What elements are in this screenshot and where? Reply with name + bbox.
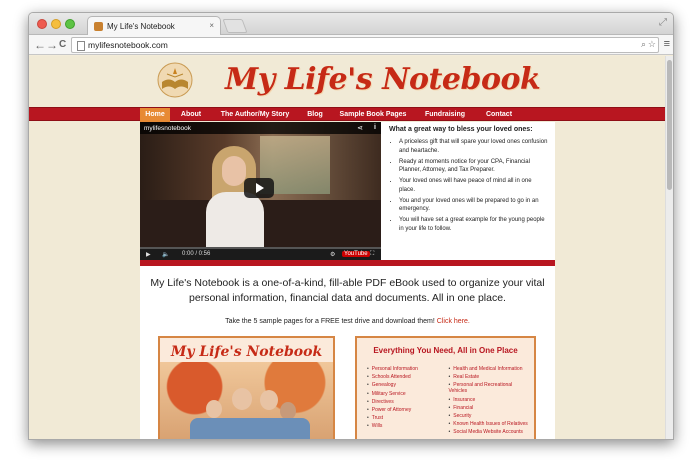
everything-item[interactable]: Financial (449, 405, 531, 411)
family-person-2 (260, 390, 278, 410)
everything-item[interactable]: Known Health Issues of Relatives (449, 421, 531, 427)
zoom-window-button[interactable] (65, 19, 75, 29)
everything-item[interactable]: Directives (367, 399, 449, 405)
everything-list-right: Health and Medical Information Real Estat… (449, 366, 531, 438)
page-scrollbar[interactable] (665, 56, 673, 439)
fullscreen-icon[interactable]: ⤢ (659, 17, 667, 28)
divider-bar (140, 260, 555, 266)
web-page: My Life's Notebook Home About The Author/M… (29, 56, 673, 439)
video-person-face (222, 156, 246, 186)
main-nav: Home About The Author/My Story Blog Sample B… (29, 107, 665, 122)
everything-item[interactable]: Trust (367, 415, 449, 421)
everything-item[interactable]: Social Media Website Accounts (449, 429, 531, 435)
video-controls: ▶ 🔈 0:00 / 0:56 ⚙ YouTube ⛶ (140, 247, 381, 260)
everything-item[interactable]: Security (449, 413, 531, 419)
nav-item-the-author-my-story[interactable]: The Author/My Story (212, 108, 298, 122)
forward-button[interactable]: → (46, 37, 58, 53)
nav-item-blog[interactable]: Blog (298, 108, 332, 122)
browser-toolbar: ← → C mylifesnotebook.com ⌕ ☆ ≡ (29, 35, 673, 55)
nav-items: Home About The Author/My Story Blog Sample B… (140, 108, 555, 122)
benefits-heading: What a great way to bless your loved one… (389, 126, 533, 133)
play-control-icon[interactable]: ▶ (146, 251, 151, 258)
intro-text: My Life's Notebook is a one-of-a-kind, f… (150, 277, 545, 304)
everything-item[interactable]: Military Service (367, 391, 449, 397)
address-bar[interactable]: mylifesnotebook.com ⌕ ☆ (71, 37, 659, 53)
everything-title: Everything You Need, All in One Place (373, 346, 518, 355)
video-person-body (206, 192, 264, 248)
video-title-bar: mylifesnotebook ⋖ i (140, 122, 381, 134)
settings-gear-icon[interactable]: ⚙ (330, 251, 335, 258)
browser-tab[interactable]: My Life's Notebook × (87, 16, 221, 35)
benefit-item: You and your loved ones will be prepared… (399, 197, 549, 214)
family-person-1 (232, 388, 252, 410)
benefit-item: Ready at moments notice for your CPA, Fi… (399, 158, 549, 175)
everything-item[interactable]: Health and Medical Information (449, 366, 531, 372)
nav-item-about[interactable]: About (170, 108, 212, 122)
browser-titlebar: My Life's Notebook × ⤢ (29, 13, 673, 35)
everything-item[interactable]: Schools Attended (367, 374, 449, 380)
family-group-clothes (190, 418, 310, 439)
url-text: mylifesnotebook.com (88, 40, 168, 50)
nav-item-sample-book-pages[interactable]: Sample Book Pages (332, 108, 414, 122)
browser-menu-icon[interactable]: ≡ (664, 38, 670, 50)
benefit-item: You will have set a great example for th… (399, 216, 549, 233)
tab-close-icon[interactable]: × (209, 21, 214, 30)
benefits-box: What a great way to bless your loved one… (383, 122, 555, 260)
everything-item[interactable]: Personal Information (367, 366, 449, 372)
play-button[interactable] (244, 178, 274, 198)
everything-item[interactable]: Real Estate (449, 374, 531, 380)
youtube-logo[interactable]: YouTube (342, 251, 370, 257)
nav-item-contact[interactable]: Contact (476, 108, 522, 122)
everything-list-left: Personal Information Schools Attended Gene… (367, 366, 449, 438)
volume-icon[interactable]: 🔈 (162, 251, 169, 258)
site-title[interactable]: My Life's Notebook (225, 62, 541, 97)
book-cover-title: My Life's Notebook (170, 344, 323, 360)
favicon-icon (94, 22, 103, 31)
nav-item-home[interactable]: Home (140, 108, 170, 122)
fullscreen-video-icon[interactable]: ⛶ (370, 251, 374, 258)
everything-item[interactable]: Genealogy (367, 382, 449, 388)
everything-columns: Personal Information Schools Attended Gene… (367, 366, 530, 438)
close-window-button[interactable] (37, 19, 47, 29)
video-player[interactable]: mylifesnotebook ⋖ i ▶ 🔈 0:00 / 0:56 ⚙ Yo… (140, 122, 381, 260)
main-content: mylifesnotebook ⋖ i ▶ 🔈 0:00 / 0:56 ⚙ Yo… (140, 122, 555, 439)
everything-item[interactable]: Insurance (449, 397, 531, 403)
everything-panel: Everything You Need, All in One Place Pe… (355, 336, 536, 439)
family-person-3 (206, 400, 222, 418)
book-logo-icon[interactable] (155, 62, 195, 98)
cta-line: Take the 5 sample pages for a FREE test … (150, 318, 545, 325)
video-progress-bar[interactable] (140, 247, 381, 249)
benefit-item: A priceless gift that will spare your lo… (399, 138, 549, 155)
book-cover-panel[interactable]: My Life's Notebook (158, 336, 335, 439)
video-channel-name[interactable]: mylifesnotebook (144, 125, 191, 132)
search-icon[interactable]: ⌕ (641, 39, 646, 50)
reload-button[interactable]: C (59, 37, 66, 53)
video-time: 0:00 / 0:56 (182, 251, 211, 257)
tab-title: My Life's Notebook (107, 22, 175, 31)
everything-item[interactable]: Wills (367, 423, 449, 429)
new-tab-button[interactable] (222, 19, 248, 33)
info-icon[interactable]: i (374, 124, 376, 131)
click-here-link[interactable]: Click here. (437, 318, 470, 325)
benefits-list: A priceless gift that will spare your lo… (389, 138, 549, 233)
bookmark-star-icon[interactable]: ☆ (648, 39, 656, 50)
back-button[interactable]: ← (34, 37, 46, 53)
everything-item[interactable]: Personal and Recreational Vehicles (449, 382, 531, 394)
cta-text: Take the 5 sample pages for a FREE test … (225, 318, 435, 325)
nav-item-fundraising[interactable]: Fundraising (414, 108, 476, 122)
benefit-item: Your loved ones will have peace of mind … (399, 177, 549, 194)
share-icon[interactable]: ⋖ (357, 124, 363, 132)
everything-item[interactable]: Power of Attorney (367, 407, 449, 413)
minimize-window-button[interactable] (51, 19, 61, 29)
page-icon (77, 41, 85, 51)
browser-window: My Life's Notebook × ⤢ ← → C mylifesnote… (28, 12, 674, 440)
scrollbar-thumb[interactable] (667, 60, 672, 190)
